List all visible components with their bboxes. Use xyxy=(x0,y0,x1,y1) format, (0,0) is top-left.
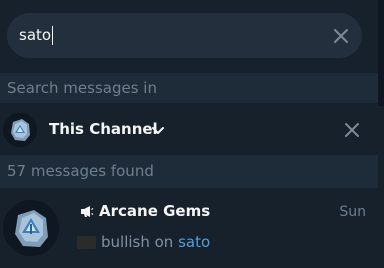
search-scope-header: Search messages in xyxy=(0,73,378,103)
scope-channel-name[interactable]: This Channel xyxy=(49,120,158,138)
search-header: sato xyxy=(0,0,384,73)
result-timestamp: Sun xyxy=(339,204,366,220)
result-snippet: bullish on sato xyxy=(101,232,210,252)
crystal-logo xyxy=(3,113,37,147)
close-icon[interactable] xyxy=(332,27,350,45)
result-chat-title: Arcane Gems xyxy=(99,202,211,220)
text-caret xyxy=(52,26,53,45)
close-icon[interactable] xyxy=(344,122,360,138)
search-input[interactable]: sato xyxy=(7,13,362,58)
search-scope-label: Search messages in xyxy=(7,79,157,97)
crystal-logo xyxy=(3,200,59,256)
snippet-text: bullish on xyxy=(101,233,179,251)
telegram-search-panel: sato Search messages in This Channel 57 … xyxy=(0,0,384,268)
media-thumbnail xyxy=(77,236,96,249)
chevron-down-icon[interactable] xyxy=(151,126,165,136)
snippet-match: sato xyxy=(178,233,211,251)
search-query-text[interactable]: sato xyxy=(19,25,51,45)
search-scope-selector[interactable]: This Channel xyxy=(0,106,384,154)
avatar xyxy=(3,113,37,147)
results-count-label: 57 messages found xyxy=(7,162,154,180)
search-result-item[interactable]: Arcane Gems Sun bullish on sato xyxy=(0,190,384,268)
megaphone-icon xyxy=(81,206,94,217)
avatar xyxy=(3,200,59,256)
results-count-header: 57 messages found xyxy=(0,155,378,188)
